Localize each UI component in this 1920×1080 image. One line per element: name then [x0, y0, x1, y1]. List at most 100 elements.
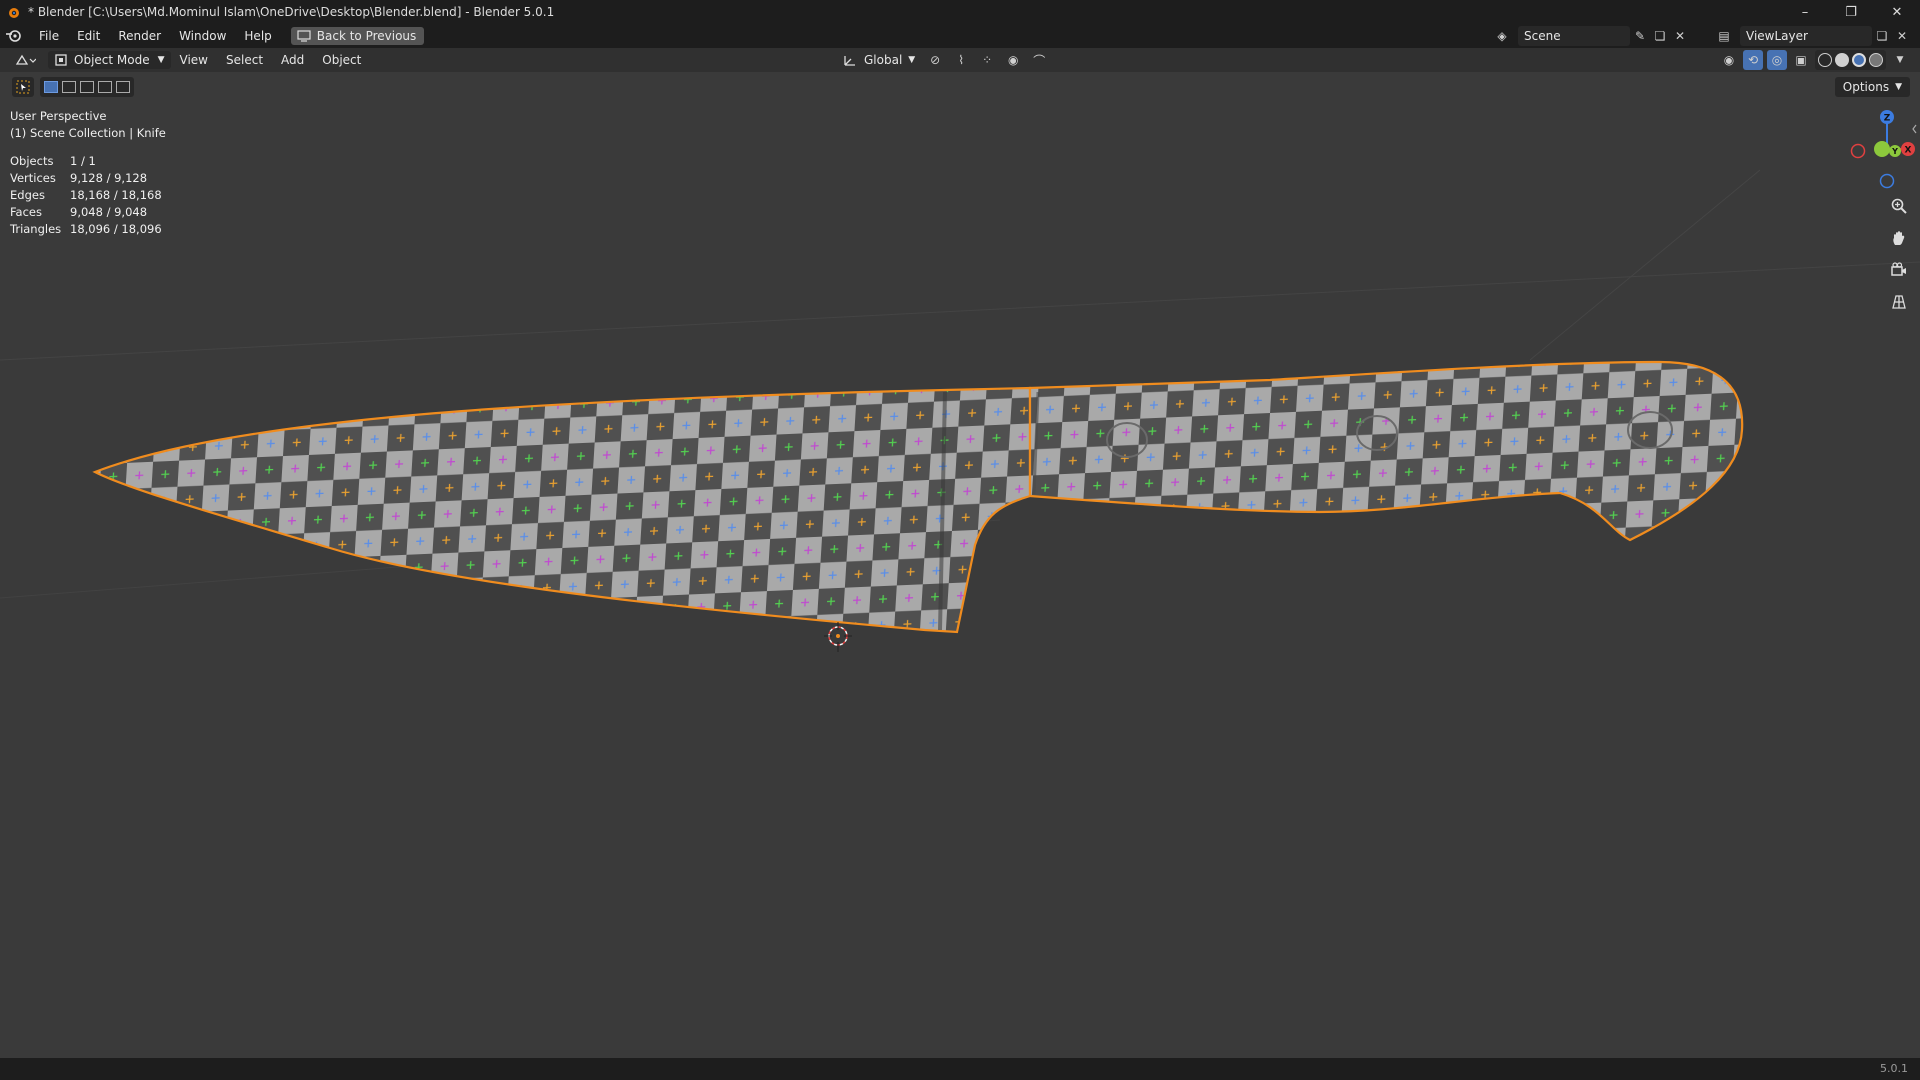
stat-label: Triangles — [10, 222, 62, 236]
menu-view[interactable]: View — [171, 53, 217, 67]
new-view-layer-icon[interactable]: ❏ — [1872, 26, 1892, 46]
view-layer-icon[interactable]: ▤ — [1714, 26, 1734, 46]
scene-statistics: Objects 1 / 1 Vertices 9,128 / 9,128 Edges… — [10, 153, 162, 238]
knife-blade[interactable] — [92, 386, 1032, 634]
scene-selector: ◈ Scene ✎ ❏ ✕ — [1492, 26, 1690, 46]
view-layer-selector: ▤ ViewLayer ❏ ✕ — [1714, 26, 1912, 46]
object-mode-icon — [55, 54, 67, 66]
close-button[interactable]: ✕ — [1874, 0, 1920, 24]
zoom-icon[interactable] — [1886, 193, 1912, 219]
stat-value: 1 / 1 — [70, 154, 96, 168]
stat-label: Edges — [10, 188, 45, 202]
back-to-previous-button[interactable]: Back to Previous — [290, 27, 425, 45]
orientation-icon — [844, 56, 855, 66]
top-menu-bar: File Edit Render Window Help Back to Pre… — [0, 24, 1920, 48]
pan-hand-icon[interactable] — [1886, 225, 1912, 251]
shading-options-icon[interactable]: ▼ — [1890, 50, 1910, 70]
snap-icon[interactable]: ⌇ — [951, 50, 971, 70]
window-title: * Blender [C:\Users\Md.Mominul Islam\One… — [28, 5, 555, 19]
view-layer-name: ViewLayer — [1746, 29, 1808, 43]
delete-view-layer-icon[interactable]: ✕ — [1892, 26, 1912, 46]
menu-window[interactable]: Window — [170, 29, 235, 43]
floor-grid-line — [0, 261, 1920, 361]
3d-cursor-icon[interactable] — [824, 622, 852, 652]
mode-label: Object Mode — [74, 53, 150, 67]
perspective-toggle-icon[interactable] — [1886, 289, 1912, 315]
camera-view-icon[interactable] — [1886, 257, 1912, 283]
stat-value: 18,096 / 18,096 — [70, 222, 162, 236]
visibility-icon[interactable]: ◉ — [1719, 50, 1739, 70]
collection-label: (1) Scene Collection | Knife — [10, 126, 166, 140]
editor-type-icon[interactable] — [10, 50, 40, 70]
chevron-down-icon: ▼ — [157, 55, 165, 65]
viewport-header: Object Mode ▼ View Select Add Object Glo… — [0, 48, 1920, 72]
sidebar-toggle-icon[interactable] — [1912, 124, 1917, 134]
axis-x-label: X — [1905, 146, 1912, 156]
transform-tools: Global ▼ ⊘ ⌇ ⁘ ◉ ⌒ — [838, 50, 1049, 70]
falloff-icon[interactable]: ⌒ — [1029, 50, 1049, 70]
orientation-label: Global — [864, 53, 903, 67]
axis-neg-z-handle[interactable] — [1879, 173, 1895, 189]
delete-scene-icon[interactable]: ✕ — [1670, 26, 1690, 46]
axis-neg-x-handle[interactable] — [1850, 143, 1866, 159]
chevron-down-icon: ▼ — [908, 55, 916, 65]
screen-icon — [297, 30, 311, 42]
xray-icon[interactable]: ▣ — [1791, 50, 1811, 70]
axis-y-label: Y — [1891, 147, 1898, 156]
stat-label: Vertices — [10, 171, 56, 185]
view-layer-field[interactable]: ViewLayer — [1740, 26, 1872, 46]
minimize-button[interactable]: – — [1782, 0, 1828, 24]
viewport-info: User Perspective (1) Scene Collection | … — [10, 108, 166, 142]
snap-grid-icon[interactable]: ⁘ — [977, 50, 997, 70]
stat-row: Triangles 18,096 / 18,096 — [10, 221, 162, 238]
window-titlebar: * Blender [C:\Users\Md.Mominul Islam\One… — [0, 0, 1920, 24]
scene-icon[interactable]: ◈ — [1492, 26, 1512, 46]
new-scene-icon[interactable]: ❏ — [1650, 26, 1670, 46]
shading-modes — [1815, 50, 1886, 70]
back-to-previous-label: Back to Previous — [316, 29, 417, 43]
floor-grid-line — [1529, 169, 1761, 361]
stat-label: Objects — [10, 154, 54, 168]
viewport-display-tools: ◉ ⟲ ◎ ▣ ▼ — [1719, 50, 1910, 70]
gizmo-toggle-icon[interactable]: ⟲ — [1743, 50, 1763, 70]
blender-menu-icon[interactable] — [0, 26, 30, 46]
version-label: 5.0.1 — [1880, 1062, 1908, 1075]
stat-value: 9,048 / 9,048 — [70, 205, 148, 219]
menu-file[interactable]: File — [30, 29, 68, 43]
orientation-dropdown[interactable]: Global ▼ — [838, 50, 919, 70]
status-bar: 5.0.1 — [0, 1058, 1920, 1080]
menu-help[interactable]: Help — [235, 29, 280, 43]
proportional-edit-icon[interactable]: ◉ — [1003, 50, 1023, 70]
stat-value: 18,168 / 18,168 — [70, 188, 162, 202]
menu-render[interactable]: Render — [109, 29, 170, 43]
scene-field[interactable]: Scene — [1518, 26, 1630, 46]
pivot-icon[interactable]: ⊘ — [925, 50, 945, 70]
knife-mesh[interactable] — [92, 360, 1744, 634]
menu-select[interactable]: Select — [217, 53, 272, 67]
menu-add[interactable]: Add — [272, 53, 313, 67]
stat-row: Faces 9,048 / 9,048 — [10, 204, 162, 221]
mode-dropdown[interactable]: Object Mode ▼ — [48, 51, 171, 69]
stat-value: 9,128 / 9,128 — [70, 171, 148, 185]
rendered-shading-icon[interactable] — [1869, 53, 1883, 67]
navigation-gizmo[interactable]: Z X Y — [1840, 105, 1920, 195]
knife-handle[interactable] — [1028, 360, 1744, 542]
solid-shading-icon[interactable] — [1835, 53, 1849, 67]
wireframe-shading-icon[interactable] — [1818, 53, 1832, 67]
maximize-button[interactable]: ❐ — [1828, 0, 1874, 24]
material-shading-icon[interactable] — [1852, 53, 1866, 67]
navigation-buttons — [1886, 193, 1912, 315]
axis-y-handle[interactable] — [1874, 141, 1890, 157]
menu-object[interactable]: Object — [313, 53, 370, 67]
scene-name: Scene — [1524, 29, 1561, 43]
stat-row: Vertices 9,128 / 9,128 — [10, 170, 162, 187]
stat-row: Objects 1 / 1 — [10, 153, 162, 170]
pin-icon[interactable]: ✎ — [1630, 26, 1650, 46]
stat-label: Faces — [10, 205, 42, 219]
overlay-toggle-icon[interactable]: ◎ — [1767, 50, 1787, 70]
blender-logo-icon — [9, 8, 19, 18]
axis-z-label: Z — [1884, 114, 1891, 124]
stat-row: Edges 18,168 / 18,168 — [10, 187, 162, 204]
viewport-canvas[interactable] — [0, 72, 1920, 1058]
menu-edit[interactable]: Edit — [68, 29, 109, 43]
